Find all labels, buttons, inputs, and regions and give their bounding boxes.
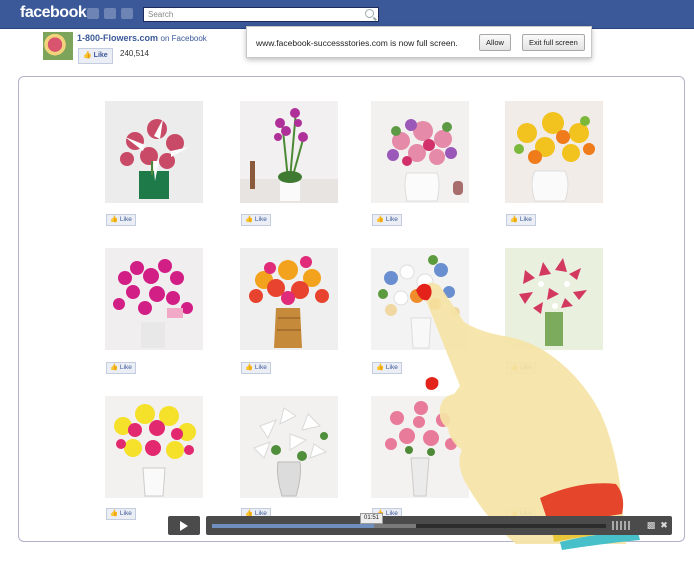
volume-slider[interactable] [612, 521, 632, 530]
buffer-bar [373, 524, 416, 528]
play-button[interactable] [168, 516, 200, 535]
quality-icon[interactable]: ▩ [646, 520, 656, 530]
progress-fill [212, 524, 374, 528]
play-icon [180, 521, 188, 531]
pointing-hand-illustration [416, 282, 640, 550]
timestamp-tooltip: 01:51 [360, 513, 384, 524]
fullscreen-icon[interactable]: ✖ [659, 520, 669, 530]
